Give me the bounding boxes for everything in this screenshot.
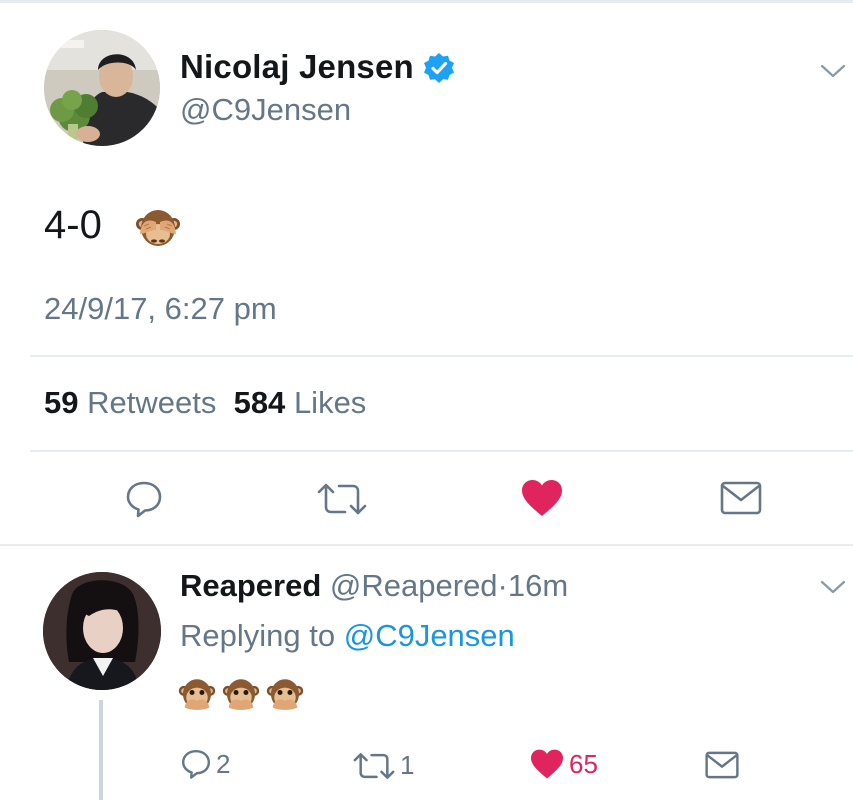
reply-reply-button[interactable]: 2 (180, 748, 230, 780)
top-divider (0, 0, 853, 3)
like-button[interactable] (520, 478, 564, 518)
divider (0, 544, 853, 546)
speak-no-evil-monkey-icon (222, 679, 260, 710)
reply-like-count: 65 (569, 748, 598, 779)
reply-icon (182, 750, 210, 779)
likes-count[interactable]: 584 (234, 385, 286, 420)
reply-retweet-count: 1 (400, 750, 415, 780)
reply-retweet-button[interactable]: 1 (352, 750, 414, 781)
retweets-label[interactable]: Retweets (87, 385, 216, 420)
tweet-stats: 59 Retweets 584 Likes (44, 385, 366, 421)
replying-prefix: Replying to (180, 618, 336, 653)
retweet-icon (317, 483, 367, 515)
author-handle[interactable]: @C9Jensen (180, 92, 351, 128)
tweet-detail-screen: Nicolaj Jensen @C9Jensen 4-0 24/9/17, 6:… (0, 0, 853, 800)
retweet-icon (353, 752, 395, 779)
heart-icon (531, 749, 563, 779)
heart-icon (522, 480, 562, 516)
reply-like-button[interactable]: 65 (529, 748, 598, 780)
reply-count: 2 (216, 748, 231, 779)
reply-button[interactable] (124, 479, 164, 519)
reply-author-avatar[interactable] (43, 572, 161, 690)
verified-badge-icon (424, 53, 454, 83)
see-no-evil-monkey-icon (136, 210, 180, 246)
divider (30, 355, 853, 357)
direct-message-icon (705, 751, 739, 779)
reply-author-handle[interactable]: @Reapered (330, 568, 498, 603)
direct-message-button[interactable] (720, 481, 762, 515)
likes-label[interactable]: Likes (294, 385, 366, 420)
reply-direct-message-button[interactable] (705, 751, 739, 779)
chevron-down-icon[interactable] (820, 579, 846, 595)
divider (30, 450, 853, 452)
author-name[interactable]: Nicolaj Jensen (180, 48, 414, 86)
reply-author-line: Reapered @Reapered·16m (180, 568, 568, 604)
author-avatar[interactable] (44, 30, 160, 146)
retweet-button[interactable] (316, 481, 368, 517)
reply-author-name[interactable]: Reapered (180, 568, 321, 603)
direct-message-icon (720, 481, 762, 515)
speak-no-evil-monkey-icon (178, 679, 216, 710)
chevron-down-icon[interactable] (820, 63, 846, 79)
reply-icon (126, 481, 162, 518)
tweet-timestamp: 24/9/17, 6:27 pm (44, 291, 277, 326)
speak-no-evil-monkey-icon (266, 679, 304, 710)
reply-time[interactable]: 16m (508, 568, 568, 603)
replying-to-mention[interactable]: @C9Jensen (344, 618, 515, 653)
reply-separator: · (497, 568, 508, 603)
reply-text (178, 676, 304, 714)
thread-line (99, 700, 103, 800)
tweet-text: 4-0 (44, 203, 102, 247)
replying-to-line: Replying to @C9Jensen (180, 618, 515, 654)
retweets-count[interactable]: 59 (44, 385, 78, 420)
